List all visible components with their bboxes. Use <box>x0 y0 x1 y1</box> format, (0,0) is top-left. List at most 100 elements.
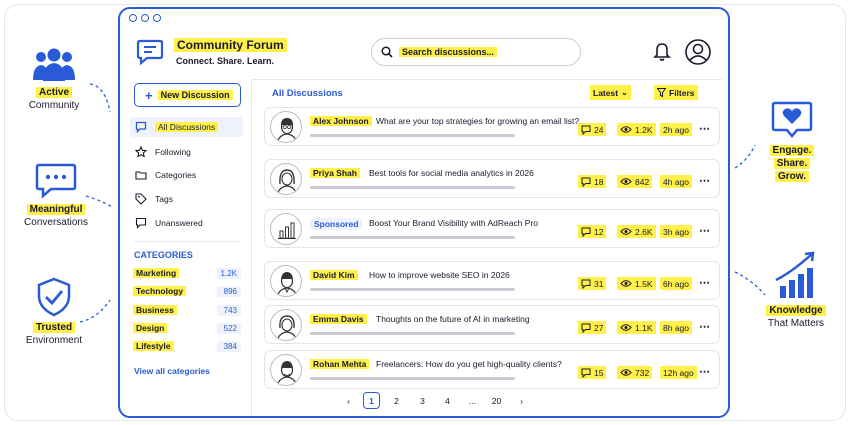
comment-count: 18 <box>578 175 607 188</box>
pagination-page[interactable]: 1 <box>363 392 380 409</box>
view-all-categories-link[interactable]: View all categories <box>134 366 210 376</box>
comment-count-value: 12 <box>594 226 604 237</box>
sort-label: Latest <box>593 87 619 98</box>
post-title: How to improve website SEO in 2026 <box>369 270 510 280</box>
folder-icon <box>135 171 147 180</box>
category-count: 384 <box>217 340 241 352</box>
sidebar-item-categories[interactable]: Categories <box>130 165 243 185</box>
feature-meaningful-conversations: Meaningful Conversations <box>14 161 98 229</box>
filters-button[interactable]: Filters <box>654 85 698 100</box>
sidebar-item-label: Tags <box>155 194 173 204</box>
window-dot[interactable] <box>153 14 161 22</box>
pagination-next[interactable]: › <box>513 392 530 409</box>
sidebar-item-label: Unanswered <box>155 218 203 228</box>
post-title: Freelancers: How do you get high-quality… <box>376 359 562 369</box>
post-author: Emma Davis <box>310 314 367 324</box>
more-icon[interactable]: ⋯ <box>699 320 711 333</box>
feature-title-2: Share. <box>773 158 811 169</box>
sidebar-item-tags[interactable]: Tags <box>130 189 243 209</box>
more-icon[interactable]: ⋯ <box>699 174 711 187</box>
feature-subtitle: That Matters <box>767 318 825 329</box>
category-technology[interactable]: Technology 896 <box>133 284 241 298</box>
avatar <box>270 309 302 341</box>
post-preview-bar <box>310 236 515 239</box>
discussion-item[interactable]: Alex Johnson What are your top strategie… <box>264 107 720 146</box>
sidebar-item-all-discussions[interactable]: All Discussions <box>130 117 243 137</box>
discussion-item[interactable]: Rohan Mehta Freelancers: How do you get … <box>264 350 720 389</box>
pagination-page[interactable]: 4 <box>439 392 456 409</box>
feature-engage-share-grow: Engage. Share. Grow. <box>752 100 832 183</box>
search-input[interactable]: Search discussions... <box>371 38 581 66</box>
more-icon[interactable]: ⋯ <box>699 224 711 237</box>
filters-label: Filters <box>669 87 695 98</box>
pagination-page[interactable]: 20 <box>488 392 505 409</box>
comment-icon <box>581 323 591 333</box>
sidebar-item-label: All Discussions <box>155 122 219 132</box>
comment-count-value: 18 <box>594 176 604 187</box>
post-time-value: 4h ago <box>663 176 689 187</box>
new-discussion-button[interactable]: + New Discussion <box>134 83 241 107</box>
window-dot[interactable] <box>129 14 137 22</box>
post-author: Priya Shah <box>310 168 360 178</box>
post-time: 4h ago <box>660 175 692 188</box>
comment-count-value: 31 <box>594 278 604 289</box>
post-time-value: 8h ago <box>663 322 689 333</box>
post-preview-bar <box>310 186 515 189</box>
window-dot[interactable] <box>141 14 149 22</box>
avatar <box>270 265 302 297</box>
feature-knowledge: Knowledge That Matters <box>754 250 838 330</box>
feature-title-3: Grow. <box>775 171 809 182</box>
comment-icon <box>581 279 591 289</box>
discussion-item[interactable]: Priya Shah Best tools for social media a… <box>264 159 720 198</box>
comment-count-value: 15 <box>594 367 604 378</box>
category-marketing[interactable]: Marketing 1.2K <box>133 266 241 280</box>
chat-icon <box>135 121 147 133</box>
category-lifestyle[interactable]: Lifestyle 384 <box>133 339 241 353</box>
window-controls <box>129 14 161 22</box>
sidebar-item-unanswered[interactable]: Unanswered <box>130 213 243 233</box>
pagination-page[interactable]: 2 <box>388 392 405 409</box>
user-icon[interactable] <box>684 38 712 66</box>
comment-icon <box>581 125 591 135</box>
post-preview-bar <box>310 288 515 291</box>
more-icon[interactable]: ⋯ <box>699 276 711 289</box>
post-time-value: 3h ago <box>663 226 689 237</box>
post-time-value: 6h ago <box>663 278 689 289</box>
pagination-prev[interactable]: ‹ <box>340 392 357 409</box>
category-design[interactable]: Design 522 <box>133 321 241 335</box>
shield-check-icon <box>37 277 71 317</box>
comment-count: 15 <box>578 366 607 379</box>
discussion-item[interactable]: David Kim How to improve website SEO in … <box>264 261 720 300</box>
view-count-value: 1.2K <box>635 124 653 135</box>
category-name: Business <box>133 305 177 315</box>
more-icon[interactable]: ⋯ <box>699 122 711 135</box>
sponsored-badge: Sponsored <box>310 218 363 230</box>
category-name: Marketing <box>133 268 180 278</box>
sort-dropdown[interactable]: Latest ⌄ <box>590 85 631 100</box>
growth-chart-icon <box>775 251 815 298</box>
chat-bubble-icon <box>136 39 164 66</box>
pagination-page[interactable]: 3 <box>414 392 431 409</box>
post-title: Thoughts on the future of AI in marketin… <box>376 314 530 324</box>
feature-subtitle: Community <box>28 100 80 111</box>
new-discussion-label: New Discussion <box>157 90 233 100</box>
eye-icon <box>620 280 632 287</box>
view-count: 1.2K <box>617 123 656 136</box>
bell-icon[interactable] <box>653 42 671 62</box>
view-count-value: 732 <box>635 367 650 378</box>
comment-count: 27 <box>578 321 607 334</box>
discussion-item-sponsored[interactable]: Sponsored Boost Your Brand Visibility wi… <box>264 209 720 248</box>
feature-title: Engage. <box>769 145 815 156</box>
category-count: 522 <box>217 322 241 334</box>
category-count: 1.2K <box>216 267 241 279</box>
post-preview-bar <box>310 134 515 137</box>
comment-icon <box>581 227 591 237</box>
brand-tagline: Connect. Share. Learn. <box>176 56 275 66</box>
discussion-item[interactable]: Emma Davis Thoughts on the future of AI … <box>264 305 720 344</box>
avatar <box>270 111 302 143</box>
category-count: 743 <box>217 304 241 316</box>
category-business[interactable]: Business 743 <box>133 303 241 317</box>
more-icon[interactable]: ⋯ <box>699 365 711 378</box>
eye-icon <box>620 369 632 376</box>
sidebar-item-following[interactable]: Following <box>130 142 243 162</box>
